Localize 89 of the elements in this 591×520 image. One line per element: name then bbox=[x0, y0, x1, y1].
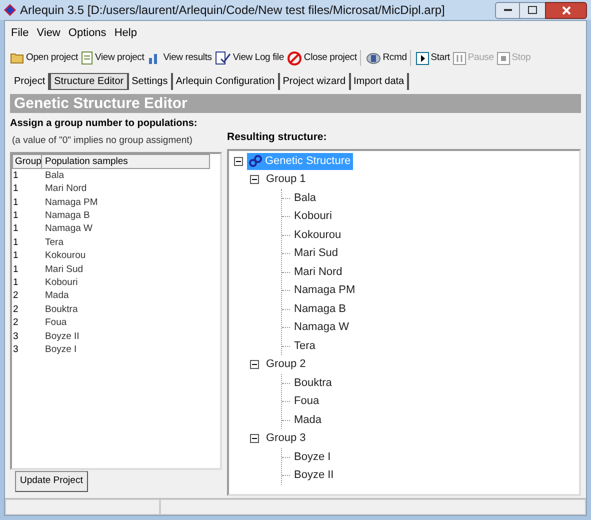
document-check-icon bbox=[214, 51, 231, 65]
tree-item[interactable]: Mada bbox=[292, 412, 324, 428]
tab[interactable]: Settings bbox=[128, 73, 173, 90]
tree-item[interactable]: Tera bbox=[292, 338, 318, 354]
table-cell-text: 2 bbox=[12, 316, 20, 330]
tab[interactable]: Structure Editor bbox=[50, 73, 129, 90]
table-cell-text: 1 bbox=[12, 236, 20, 250]
table-cell: Mari Sud bbox=[45, 262, 84, 277]
minimize-icon bbox=[504, 8, 512, 12]
table-cell-text: 1 bbox=[12, 182, 20, 196]
folder-icon bbox=[10, 52, 24, 64]
column-header: Group bbox=[12, 154, 42, 170]
table-cell-text: 1 bbox=[12, 168, 20, 183]
table-cell-text: 1 bbox=[12, 276, 20, 290]
tree-item[interactable]: Bala bbox=[292, 190, 318, 206]
table-cell-text: 1 bbox=[12, 222, 20, 236]
tree-item[interactable]: Mari Sud bbox=[292, 245, 340, 262]
table-cell-text: Boyze I bbox=[45, 342, 77, 357]
collapse-icon[interactable] bbox=[250, 360, 259, 369]
result-label: Resulting structure: bbox=[227, 130, 328, 145]
table-cell-text: 1 bbox=[12, 249, 20, 264]
instruction-text: Assign a group number to populations: bbox=[10, 117, 198, 131]
table-cell-text: 2 bbox=[12, 302, 20, 317]
collapse-icon[interactable] bbox=[250, 434, 259, 443]
close-icon bbox=[562, 6, 570, 14]
table-cell-text: 1 bbox=[12, 209, 20, 223]
table-cell-text: 1 bbox=[12, 196, 20, 210]
tree-item[interactable]: Group 2 bbox=[264, 356, 308, 373]
link-icon bbox=[249, 155, 262, 167]
tree-item[interactable]: Namaga PM bbox=[292, 282, 358, 299]
toolbar-button[interactable]: Close project bbox=[286, 50, 358, 66]
app-logo-icon bbox=[4, 4, 16, 16]
r-logo-icon bbox=[366, 52, 381, 64]
tree-item[interactable]: Group 1 bbox=[264, 171, 308, 188]
tree-item[interactable]: Foua bbox=[292, 393, 322, 410]
maximize-button[interactable] bbox=[520, 2, 545, 18]
table-cell: Foua bbox=[45, 316, 67, 330]
tree-item[interactable]: Group 3 bbox=[264, 430, 308, 447]
toolbar-button[interactable]: Open project bbox=[9, 50, 79, 66]
window-title: Arlequin 3.5 [D:/users/laurent/Arlequin/Code/New test files/Microsat/MicDipl.arp] bbox=[20, 2, 446, 19]
table-cell-text: Kobouri bbox=[45, 276, 78, 290]
header-bar: Genetic Structure Editor bbox=[10, 94, 581, 113]
table-cell: Namaga PM bbox=[45, 196, 98, 210]
table-cell-text: Mada bbox=[45, 289, 69, 304]
table-cell-text: 3 bbox=[12, 342, 20, 357]
tab[interactable]: Arlequin Configuration bbox=[172, 73, 280, 90]
toolbar-button[interactable]: Rcmd bbox=[364, 50, 408, 66]
table-cell-text: Namaga W bbox=[45, 222, 93, 236]
tree-item[interactable]: Mari Nord bbox=[292, 264, 344, 280]
column-header: Population samples bbox=[42, 154, 210, 170]
maximize-icon bbox=[528, 6, 537, 14]
table-cell: Mari Nord bbox=[45, 182, 87, 196]
tree-item[interactable]: Bouktra bbox=[292, 374, 334, 392]
tree-item[interactable]: Namaga B bbox=[292, 300, 348, 318]
table-cell-text: Namaga B bbox=[45, 209, 90, 223]
table-cell-text: 1 bbox=[12, 262, 20, 277]
menu-item[interactable]: Help bbox=[114, 24, 137, 42]
tree-item[interactable]: Kokourou bbox=[292, 226, 344, 244]
table-cell-text: Tera bbox=[45, 236, 64, 250]
toolbar-button[interactable]: View project bbox=[80, 50, 146, 66]
pause-icon bbox=[452, 52, 466, 64]
menu-item[interactable]: View bbox=[36, 24, 60, 42]
collapse-icon[interactable] bbox=[250, 175, 259, 184]
table-cell-text: 2 bbox=[12, 289, 20, 304]
document-icon bbox=[81, 51, 93, 65]
table-cell: Bouktra bbox=[45, 302, 78, 317]
update-project-button[interactable]: Update Project bbox=[15, 471, 88, 492]
play-icon bbox=[416, 52, 429, 64]
menu-item[interactable]: Options bbox=[68, 24, 106, 42]
close-button[interactable] bbox=[545, 2, 587, 18]
prohibited-icon bbox=[286, 50, 302, 66]
table-cell: Boyze II bbox=[45, 330, 80, 344]
toolbar-button[interactable]: Start bbox=[414, 50, 451, 66]
table-cell-text: Bala bbox=[45, 168, 64, 183]
tree-item[interactable]: Boyze I bbox=[292, 448, 333, 466]
table-cell: Kokourou bbox=[45, 249, 86, 264]
note-text: (a value of "0" implies no group assigment) bbox=[12, 134, 194, 148]
tab[interactable]: Project wizard bbox=[280, 73, 351, 90]
minimize-button[interactable] bbox=[495, 2, 520, 18]
tab[interactable]: Import data bbox=[350, 73, 410, 90]
menu-item[interactable]: File bbox=[11, 24, 29, 42]
stop-icon bbox=[496, 52, 510, 64]
table-cell-text: 3 bbox=[12, 330, 20, 344]
tree-item[interactable]: Namaga W bbox=[292, 319, 352, 336]
tree-item[interactable]: Kobouri bbox=[292, 208, 334, 225]
toolbar-button[interactable]: View Log file bbox=[214, 50, 285, 66]
toolbar-button[interactable]: View results bbox=[146, 50, 213, 66]
tree-item[interactable]: Boyze II bbox=[292, 467, 336, 484]
collapse-icon[interactable] bbox=[234, 156, 243, 166]
